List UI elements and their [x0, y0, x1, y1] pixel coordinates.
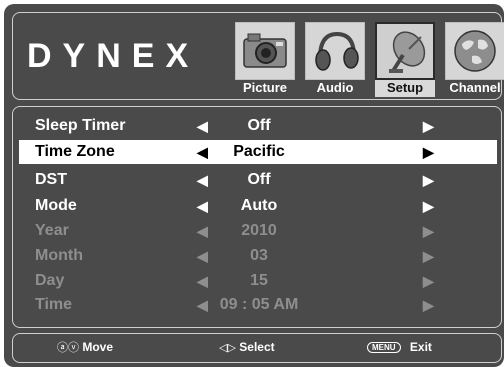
menu-row-sleep-timer[interactable]: Sleep Timer ◀ Off ▶ [19, 114, 497, 138]
arrow-right-icon[interactable]: ▶ [423, 168, 434, 192]
arrow-left-icon: ◀ [197, 273, 208, 289]
row-value: 09 : 05 AM [219, 296, 299, 313]
headphones-icon [305, 22, 365, 80]
footer-hints: ⓐⓥ Move ◁▷ Select MENU Exit [12, 333, 502, 363]
arrow-right-icon: ▶ [423, 223, 434, 239]
row-value: 2010 [241, 222, 277, 239]
row-label: Day [35, 272, 65, 289]
setup-menu-list: Sleep Timer ◀ Off ▶ Time Zone ◀ Pacific … [12, 106, 502, 328]
row-label: Sleep Timer [35, 117, 126, 134]
row-value: 03 [250, 247, 268, 264]
menu-row-year: Year ◀ 2010 ▶ [19, 219, 497, 243]
brand-logo: DYNEX [27, 39, 199, 73]
tab-label: Setup [386, 80, 424, 95]
satellite-dish-icon [375, 22, 435, 80]
arrow-left-icon[interactable]: ◀ [197, 168, 208, 192]
move-hint: ⓐⓥ Move [57, 334, 113, 362]
row-label: Time [35, 296, 73, 313]
row-value: Off [247, 117, 271, 134]
row-label: DST [35, 171, 67, 188]
arrow-left-icon[interactable]: ◀ [197, 140, 208, 164]
select-hint: ◁▷ Select [219, 334, 275, 362]
camera-icon [235, 22, 295, 80]
menu-row-time-zone[interactable]: Time Zone ◀ Pacific ▶ [19, 140, 497, 164]
menu-row-mode[interactable]: Mode ◀ Auto ▶ [19, 194, 497, 218]
row-label: Time Zone [35, 143, 115, 160]
row-value: 15 [250, 272, 268, 289]
tab-setup[interactable]: Setup [375, 22, 435, 97]
arrow-right-icon: ▶ [423, 248, 434, 264]
arrow-right-icon[interactable]: ▶ [423, 114, 434, 138]
tab-label: Channel [449, 80, 501, 95]
move-label: Move [82, 340, 114, 354]
globe-icon [445, 22, 504, 80]
tab-audio[interactable]: Audio [305, 22, 365, 96]
exit-label: Exit [409, 340, 432, 354]
arrow-right-icon[interactable]: ▶ [423, 194, 434, 218]
arrow-left-icon[interactable]: ◀ [197, 114, 208, 138]
menu-header: DYNEX Picture Audio Setup Channel [12, 12, 504, 100]
arrow-left-icon: ◀ [197, 248, 208, 264]
exit-hint: MENU Exit [367, 334, 432, 361]
arrow-right-icon: ▶ [423, 297, 434, 313]
menu-key-icon: MENU [367, 342, 401, 354]
menu-row-month: Month ◀ 03 ▶ [19, 244, 497, 268]
select-label: Select [239, 340, 275, 354]
menu-row-day: Day ◀ 15 ▶ [19, 269, 497, 293]
row-label: Month [35, 247, 83, 264]
tab-picture[interactable]: Picture [235, 22, 295, 96]
tab-channel[interactable]: Channel [445, 22, 504, 96]
row-label: Year [35, 222, 69, 239]
brand-name: DYNEX [27, 37, 200, 75]
menu-row-time: Time ◀ 09 : 05 AM ▶ [19, 293, 497, 317]
menu-row-dst[interactable]: DST ◀ Off ▶ [19, 168, 497, 192]
arrow-left-icon: ◀ [197, 297, 208, 313]
arrow-right-icon[interactable]: ▶ [423, 140, 434, 164]
row-value: Auto [240, 197, 278, 214]
arrow-left-icon[interactable]: ◀ [197, 194, 208, 218]
arrow-left-icon: ◀ [197, 223, 208, 239]
tab-label: Picture [242, 80, 288, 95]
tab-label: Audio [316, 80, 354, 95]
row-label: Mode [35, 197, 77, 214]
arrow-right-icon: ▶ [423, 273, 434, 289]
up-down-icon: ⓐⓥ [57, 342, 79, 354]
row-value: Off [247, 171, 271, 188]
left-right-icon: ◁▷ [219, 342, 236, 354]
row-value: Pacific [233, 143, 285, 160]
